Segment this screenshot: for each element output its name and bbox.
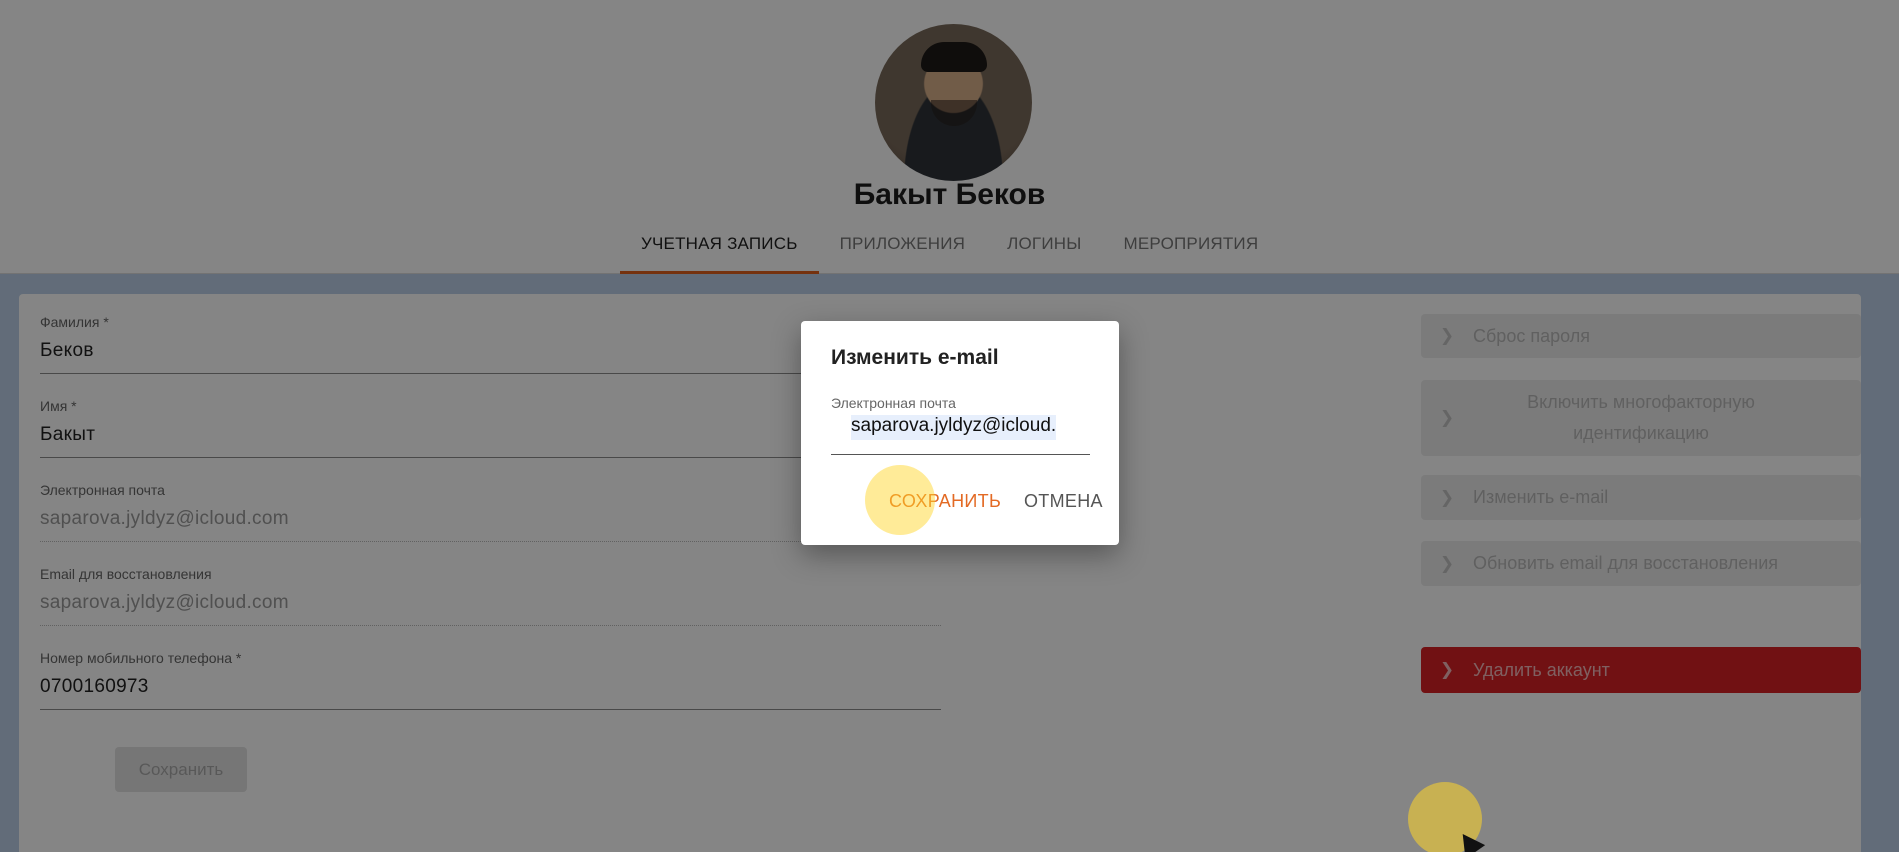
change-email-dialog: Изменить e-mail Электронная почта saparo…: [801, 321, 1119, 545]
dialog-email-input[interactable]: saparova.jyldyz@icloud.: [831, 415, 1090, 455]
dialog-title: Изменить e-mail: [831, 346, 999, 369]
dialog-cancel-button[interactable]: ОТМЕНА: [1024, 491, 1103, 512]
dialog-save-button[interactable]: СОХРАНИТЬ: [889, 491, 1001, 512]
dialog-email-label: Электронная почта: [831, 395, 956, 411]
dialog-email-value: saparova.jyldyz@icloud.: [851, 415, 1057, 440]
